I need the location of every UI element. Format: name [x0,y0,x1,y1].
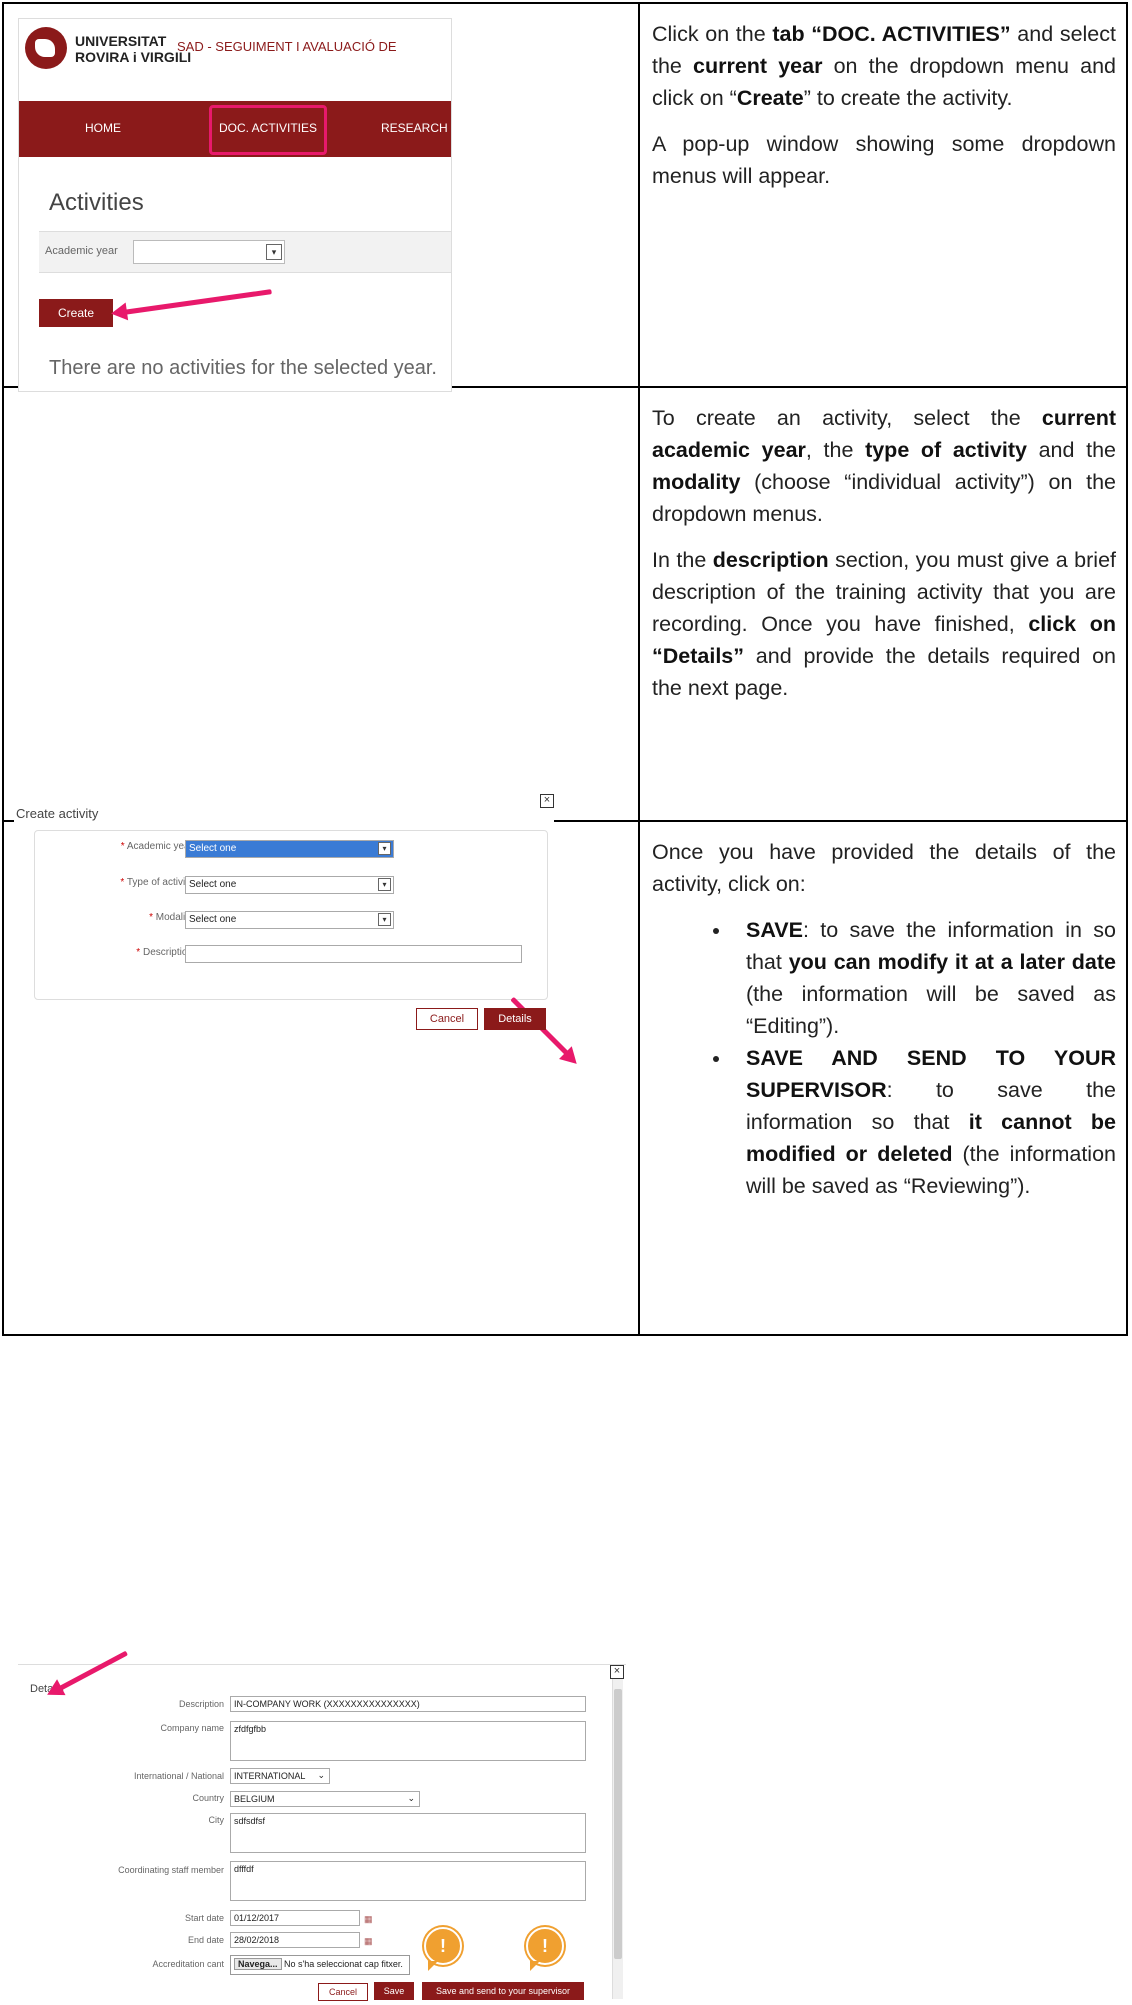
list-item: SAVE AND SEND TO YOUR SUPERVISOR: to sav… [732,1042,1116,1202]
international-national-label: International / National [133,1771,224,1781]
option-list: SAVE: to save the information in so that… [652,914,1116,1202]
table-row: Details × Description IN-COMPANY WORK (X… [2,820,1128,2005]
instruction-table: UNIVERSITAT ROVIRA i VIRGILI SAD - SEGUI… [2,2,1128,2005]
accreditation-label: Accreditation cant [152,1959,224,1969]
alert-icon: ! [424,1927,462,1971]
instruction-paragraph: Click on the tab “DOC. ACTIVITIES” and s… [652,22,1116,110]
alert-icon: ! [526,1927,564,1971]
table-row: UNIVERSITAT ROVIRA i VIRGILI SAD - SEGUI… [2,2,1128,392]
details-form-screenshot: Details × Description IN-COMPANY WORK (X… [18,1650,626,2005]
pointer-arrow-icon [122,289,272,315]
save-button[interactable]: Save [374,1982,414,2000]
description-input[interactable]: IN-COMPANY WORK (XXXXXXXXXXXXXXX) [230,1696,586,1712]
save-and-send-button[interactable]: Save and send to your supervisor [422,1982,584,2000]
screenshot-cell-1: UNIVERSITAT ROVIRA i VIRGILI SAD - SEGUI… [2,2,640,392]
instruction-text-2: To create an activity, select the curren… [638,386,1128,822]
nav-home[interactable]: HOME [85,121,121,135]
company-name-input[interactable]: zfdfgfbb [230,1721,586,1761]
instruction-paragraph: To create an activity, select the curren… [652,406,1116,526]
instruction-paragraph: In the description section, you must giv… [652,548,1116,700]
uni-line-2: ROVIRA i VIRGILI [75,49,192,65]
nav-research[interactable]: RESEARCH PL [381,121,466,135]
instruction-paragraph: A pop-up window showing some dropdown me… [652,132,1116,188]
file-chooser[interactable]: Navega... No s'ha seleccionat cap fitxer… [230,1955,410,1975]
nav-bar: HOME DOC. ACTIVITIES RESEARCH PL [19,101,466,157]
chevron-down-icon: ⌄ [317,1770,325,1780]
activities-screenshot: UNIVERSITAT ROVIRA i VIRGILI SAD - SEGUI… [18,18,466,392]
university-name: UNIVERSITAT ROVIRA i VIRGILI [75,33,191,65]
description-label: Description [178,1699,224,1709]
system-title: SAD - SEGUIMENT I AVALUACIÓ DE [177,39,397,54]
instruction-text-1: Click on the tab “DOC. ACTIVITIES” and s… [638,2,1128,388]
instruction-paragraph: Once you have provided the details of th… [652,840,1116,896]
city-label: City [208,1815,225,1825]
company-name-label: Company name [160,1723,224,1733]
chevron-down-icon: ▾ [266,244,282,260]
no-file-text: No s'ha seleccionat cap fitxer. [284,1959,403,1969]
screenshot-cell-2: Create activity × * Academic year Select… [2,386,640,1057]
list-item: SAVE: to save the information in so that… [732,914,1116,1042]
country-select[interactable]: BELGIUM ⌄ [230,1791,420,1807]
create-button[interactable]: Create [39,299,113,327]
empty-message: There are no activities for the selected… [49,357,437,379]
uni-line-1: UNIVERSITAT [75,33,167,49]
calendar-icon[interactable]: ▦ [364,1914,374,1924]
browse-button[interactable]: Navega... [234,1958,282,1970]
screenshot-cell-3: Details × Description IN-COMPANY WORK (X… [2,820,640,2005]
nav-doc-activities[interactable]: DOC. ACTIVITIES [219,121,317,135]
city-input[interactable]: sdfsdfsf [230,1813,586,1853]
coordinating-staff-label: Coordinating staff member [118,1865,224,1875]
pointer-arrow-icon [56,1650,129,1692]
scrollbar[interactable] [612,1679,623,1999]
start-date-label: Start date [184,1913,224,1923]
close-icon[interactable]: × [540,794,554,808]
close-icon[interactable]: × [610,1665,624,1679]
end-date-input[interactable]: 28/02/2018 [230,1932,360,1948]
calendar-icon[interactable]: ▦ [364,1936,374,1946]
international-national-select[interactable]: INTERNATIONAL ⌄ [230,1768,330,1784]
page-title: Activities [49,189,144,216]
country-label: Country [192,1793,224,1803]
cancel-button[interactable]: Cancel [318,1983,368,2001]
chevron-down-icon: ⌄ [407,1793,415,1803]
start-date-input[interactable]: 01/12/2017 [230,1910,360,1926]
table-row: Create activity × * Academic year Select… [2,386,1128,1057]
academic-year-row: Academic year ▾ [39,231,451,273]
university-logo [25,27,67,69]
end-date-label: End date [187,1935,224,1945]
academic-year-select[interactable]: ▾ [133,240,285,264]
instruction-text-3: Once you have provided the details of th… [638,820,1128,1336]
coordinating-staff-input[interactable]: dfffdf [230,1861,586,1901]
dialog-title: Create activity [16,806,99,821]
scrollbar-thumb[interactable] [614,1689,622,1959]
academic-year-label: Academic year [45,245,118,257]
